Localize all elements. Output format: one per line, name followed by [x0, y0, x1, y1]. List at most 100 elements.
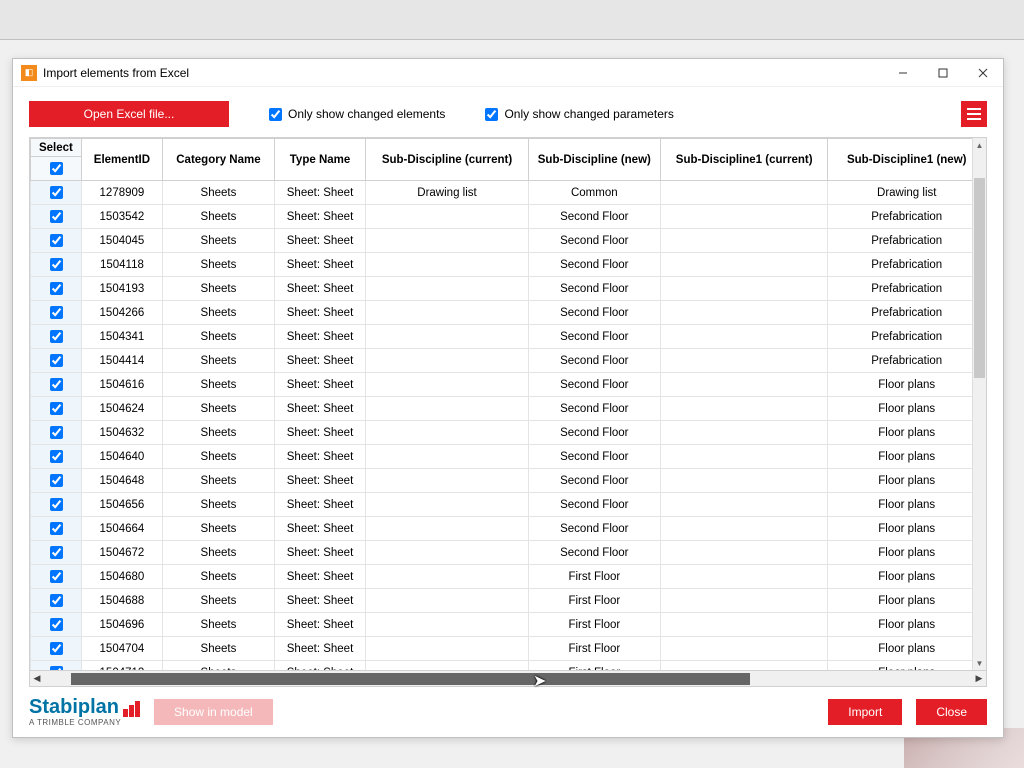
row-checkbox[interactable]	[50, 546, 63, 559]
vertical-scroll-thumb[interactable]	[974, 178, 985, 378]
table-row[interactable]: 1504640SheetsSheet: SheetSecond FloorFlo…	[31, 445, 986, 469]
row-select-cell[interactable]	[31, 277, 82, 301]
col-header-sub-new[interactable]: Sub-Discipline (new)	[528, 139, 660, 181]
row-select-cell[interactable]	[31, 445, 82, 469]
table-row[interactable]: 1504696SheetsSheet: SheetFirst FloorFloo…	[31, 613, 986, 637]
horizontal-scroll-thumb[interactable]	[71, 673, 750, 685]
open-excel-button[interactable]: Open Excel file...	[29, 101, 229, 127]
col-header-select-all[interactable]	[31, 157, 82, 181]
row-checkbox[interactable]	[50, 522, 63, 535]
row-select-cell[interactable]	[31, 565, 82, 589]
row-checkbox[interactable]	[50, 450, 63, 463]
row-select-cell[interactable]	[31, 421, 82, 445]
cell-sub1-current	[660, 421, 828, 445]
table-row[interactable]: 1504712SheetsSheet: SheetFirst FloorFloo…	[31, 661, 986, 672]
table-row[interactable]: 1504624SheetsSheet: SheetSecond FloorFlo…	[31, 397, 986, 421]
row-select-cell[interactable]	[31, 253, 82, 277]
scroll-right-icon[interactable]: ▶	[972, 672, 986, 686]
col-header-sub-current[interactable]: Sub-Discipline (current)	[366, 139, 529, 181]
row-select-cell[interactable]	[31, 541, 82, 565]
table-row[interactable]: 1504664SheetsSheet: SheetSecond FloorFlo…	[31, 517, 986, 541]
col-header-type-name[interactable]: Type Name	[274, 139, 365, 181]
row-checkbox[interactable]	[50, 402, 63, 415]
table-row[interactable]: 1504704SheetsSheet: SheetFirst FloorFloo…	[31, 637, 986, 661]
cell-element-id: 1504680	[81, 565, 162, 589]
table-row[interactable]: 1504341SheetsSheet: SheetSecond FloorPre…	[31, 325, 986, 349]
minimize-button[interactable]	[883, 59, 923, 87]
row-select-cell[interactable]	[31, 517, 82, 541]
row-select-cell[interactable]	[31, 325, 82, 349]
row-checkbox[interactable]	[50, 330, 63, 343]
row-checkbox[interactable]	[50, 618, 63, 631]
table-row[interactable]: 1504688SheetsSheet: SheetFirst FloorFloo…	[31, 589, 986, 613]
table-row[interactable]: 1504616SheetsSheet: SheetSecond FloorFlo…	[31, 373, 986, 397]
row-select-cell[interactable]	[31, 661, 82, 672]
row-checkbox[interactable]	[50, 594, 63, 607]
cell-sub-current	[366, 301, 529, 325]
cell-element-id: 1504624	[81, 397, 162, 421]
table-row[interactable]: 1504680SheetsSheet: SheetFirst FloorFloo…	[31, 565, 986, 589]
row-select-cell[interactable]	[31, 205, 82, 229]
only-changed-elements-checkbox[interactable]	[269, 108, 282, 121]
col-header-category[interactable]: Category Name	[163, 139, 275, 181]
row-checkbox[interactable]	[50, 354, 63, 367]
only-changed-elements-toggle[interactable]: Only show changed elements	[269, 107, 445, 121]
row-checkbox[interactable]	[50, 306, 63, 319]
import-button[interactable]: Import	[828, 699, 902, 725]
row-checkbox[interactable]	[50, 234, 63, 247]
close-window-button[interactable]	[963, 59, 1003, 87]
table-row[interactable]: 1504672SheetsSheet: SheetSecond FloorFlo…	[31, 541, 986, 565]
row-select-cell[interactable]	[31, 229, 82, 253]
row-checkbox[interactable]	[50, 474, 63, 487]
col-header-select-label[interactable]: Select	[31, 139, 82, 157]
row-checkbox[interactable]	[50, 282, 63, 295]
cell-category: Sheets	[163, 277, 275, 301]
row-select-cell[interactable]	[31, 373, 82, 397]
table-row[interactable]: 1504045SheetsSheet: SheetSecond FloorPre…	[31, 229, 986, 253]
col-header-sub1-new[interactable]: Sub-Discipline1 (new)	[828, 139, 986, 181]
table-row[interactable]: 1278909SheetsSheet: SheetDrawing listCom…	[31, 181, 986, 205]
row-checkbox[interactable]	[50, 210, 63, 223]
table-row[interactable]: 1503542SheetsSheet: SheetSecond FloorPre…	[31, 205, 986, 229]
maximize-button[interactable]	[923, 59, 963, 87]
vertical-scrollbar[interactable]: ▲ ▼	[972, 138, 986, 670]
only-changed-params-toggle[interactable]: Only show changed parameters	[485, 107, 673, 121]
table-row[interactable]: 1504266SheetsSheet: SheetSecond FloorPre…	[31, 301, 986, 325]
col-header-sub1-current[interactable]: Sub-Discipline1 (current)	[660, 139, 828, 181]
horizontal-scrollbar[interactable]: ◀ ▶	[29, 671, 987, 687]
col-header-element-id[interactable]: ElementID	[81, 139, 162, 181]
scroll-down-icon[interactable]: ▼	[973, 656, 986, 670]
cell-sub-current	[366, 397, 529, 421]
table-row[interactable]: 1504193SheetsSheet: SheetSecond FloorPre…	[31, 277, 986, 301]
row-select-cell[interactable]	[31, 493, 82, 517]
row-checkbox[interactable]	[50, 378, 63, 391]
menu-button[interactable]	[961, 101, 987, 127]
row-select-cell[interactable]	[31, 589, 82, 613]
cell-element-id: 1504632	[81, 421, 162, 445]
row-checkbox[interactable]	[50, 186, 63, 199]
row-select-cell[interactable]	[31, 469, 82, 493]
row-select-cell[interactable]	[31, 637, 82, 661]
table-row[interactable]: 1504648SheetsSheet: SheetSecond FloorFlo…	[31, 469, 986, 493]
table-row[interactable]: 1504656SheetsSheet: SheetSecond FloorFlo…	[31, 493, 986, 517]
row-select-cell[interactable]	[31, 181, 82, 205]
only-changed-params-checkbox[interactable]	[485, 108, 498, 121]
row-select-cell[interactable]	[31, 613, 82, 637]
row-select-cell[interactable]	[31, 301, 82, 325]
cell-sub-current	[366, 325, 529, 349]
select-all-checkbox[interactable]	[50, 162, 63, 175]
row-checkbox[interactable]	[50, 570, 63, 583]
scroll-left-icon[interactable]: ◀	[30, 672, 44, 686]
row-checkbox[interactable]	[50, 498, 63, 511]
show-in-model-button[interactable]: Show in model	[154, 699, 273, 725]
row-checkbox[interactable]	[50, 642, 63, 655]
row-select-cell[interactable]	[31, 349, 82, 373]
close-button[interactable]: Close	[916, 699, 987, 725]
table-row[interactable]: 1504414SheetsSheet: SheetSecond FloorPre…	[31, 349, 986, 373]
row-select-cell[interactable]	[31, 397, 82, 421]
scroll-up-icon[interactable]: ▲	[973, 138, 986, 152]
table-row[interactable]: 1504632SheetsSheet: SheetSecond FloorFlo…	[31, 421, 986, 445]
table-row[interactable]: 1504118SheetsSheet: SheetSecond FloorPre…	[31, 253, 986, 277]
row-checkbox[interactable]	[50, 426, 63, 439]
row-checkbox[interactable]	[50, 258, 63, 271]
